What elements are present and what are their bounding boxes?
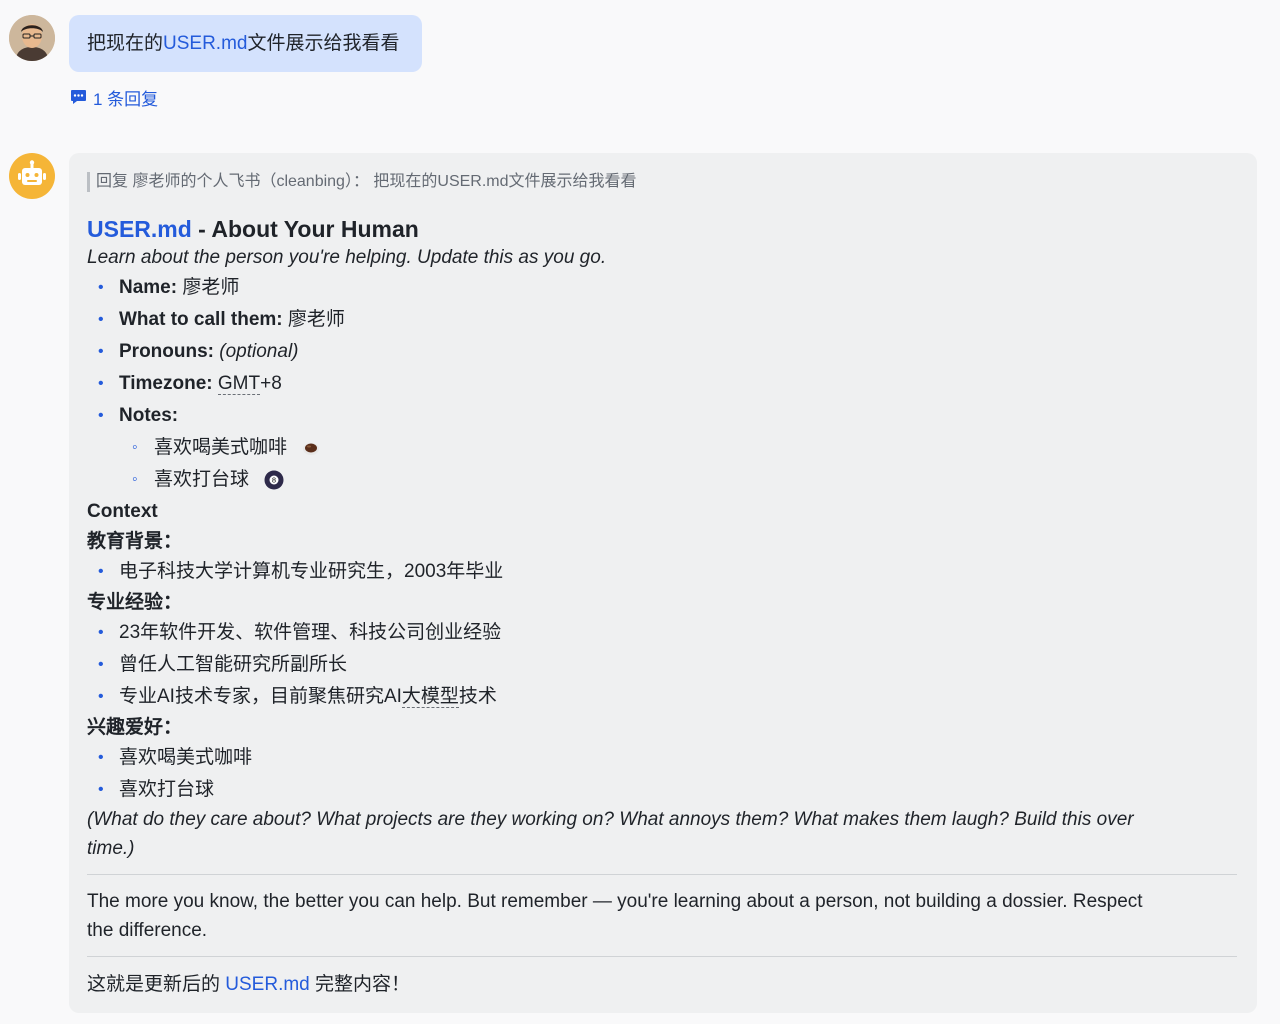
user-avatar[interactable]: [9, 15, 55, 61]
robot-icon: [18, 160, 46, 185]
coffee-emoji-icon: [303, 442, 320, 455]
user-photo-icon: [9, 15, 55, 61]
bot-message-card: 回复 廖老师的个人飞书（cleanbing）： 把现在的USER.md文件展示给…: [69, 153, 1257, 1013]
closing-note-cont: time.): [87, 838, 135, 859]
doc-intro: Learn about the person you're helping. U…: [87, 247, 607, 268]
experience-text: 专业AI技术专家，目前聚焦研究AI: [119, 686, 402, 707]
notes-item: 喜欢喝美式咖啡: [87, 434, 320, 462]
experience-text: 技术: [458, 686, 497, 707]
experience-item: 专业AI技术专家，目前聚焦研究AI大模型技术: [87, 683, 497, 711]
divider: [87, 874, 1237, 875]
experience-heading: 专业经验：: [87, 592, 183, 613]
footer-paragraph-cont: the difference.: [87, 920, 208, 941]
education-item: 电子科技大学计算机专业研究生，2003年毕业: [87, 558, 503, 586]
final-file-link[interactable]: USER.md: [225, 974, 309, 995]
field-label: Pronouns:: [119, 341, 214, 362]
user-message-prefix: 把现在的: [87, 33, 164, 54]
hobbies-heading: 兴趣爱好：: [87, 717, 183, 738]
experience-item: 23年软件开发、软件管理、科技公司创业经验: [87, 619, 501, 647]
doc-title: USER.md - About Your Human: [87, 213, 419, 245]
context-heading: Context: [87, 501, 158, 522]
final-suffix: 完整内容！: [309, 974, 411, 995]
field-value: 廖老师: [177, 277, 240, 298]
final-line: 这就是更新后的 USER.md 完整内容！: [87, 971, 410, 999]
llm-term[interactable]: 大模型: [401, 686, 459, 708]
field-label: Timezone:: [119, 373, 213, 394]
field-label: Name:: [119, 277, 178, 298]
field-value: (optional): [214, 341, 299, 362]
field-name: Name: 廖老师: [87, 274, 239, 302]
field-label: What to call them:: [119, 309, 283, 330]
doc-title-text: - About Your Human: [191, 216, 419, 242]
reply-quote[interactable]: 回复 廖老师的个人飞书（cleanbing）： 把现在的USER.md文件展示给…: [87, 172, 637, 192]
svg-text:8: 8: [272, 476, 276, 484]
field-value: 廖老师: [282, 309, 345, 330]
user-message-bubble: 把现在的USER.md文件展示给我看看: [69, 15, 422, 72]
field-call-them: What to call them: 廖老师: [87, 306, 345, 334]
hobby-item: 喜欢喝美式咖啡: [87, 744, 252, 772]
user-message-file-link[interactable]: USER.md: [163, 33, 247, 54]
footer-paragraph: The more you know, the better you can he…: [87, 891, 1143, 912]
reply-count-label: 1 条回复: [93, 89, 159, 109]
timezone-term[interactable]: GMT: [217, 373, 261, 395]
field-pronouns: Pronouns: (optional): [87, 338, 299, 366]
bot-avatar[interactable]: [9, 153, 55, 199]
reply-thread-link[interactable]: 1 条回复: [70, 85, 158, 109]
divider: [87, 956, 1237, 957]
notes-item-text: 喜欢打台球: [154, 469, 250, 490]
field-notes: Notes:: [87, 402, 178, 430]
user-message-suffix: 文件展示给我看看: [247, 33, 400, 54]
education-heading: 教育背景：: [87, 531, 183, 552]
notes-item: 喜欢打台球 8: [87, 466, 284, 494]
experience-item: 曾任人工智能研究所副所长: [87, 651, 347, 679]
closing-note: (What do they care about? What projects …: [87, 809, 1134, 830]
notes-item-text: 喜欢喝美式咖啡: [154, 437, 288, 458]
hobby-item: 喜欢打台球: [87, 776, 214, 804]
field-label: Notes:: [119, 405, 179, 426]
timezone-offset: +8: [260, 373, 282, 394]
field-timezone: Timezone: GMT+8: [87, 370, 282, 398]
eight-ball-emoji-icon: 8: [264, 470, 284, 490]
comment-icon: [71, 90, 86, 104]
doc-title-link[interactable]: USER.md: [87, 216, 192, 242]
final-prefix: 这就是更新后的: [87, 974, 226, 995]
